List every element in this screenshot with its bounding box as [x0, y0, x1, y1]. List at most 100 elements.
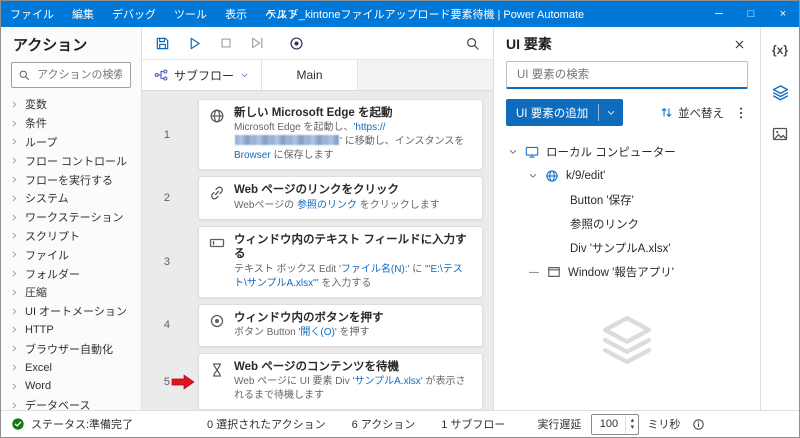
search-flow-icon[interactable] — [465, 36, 480, 51]
more-options-icon[interactable] — [734, 106, 748, 120]
titlebar: ファイル 編集 デバッグ ツール 表示 ヘルプ テスト_kintoneファイルアップロード… — [1, 1, 799, 27]
menu-item-5[interactable]: ヘルプ — [256, 1, 307, 27]
ui-elements-title: UI 要素 — [506, 36, 552, 52]
maximize-button[interactable]: □ — [735, 1, 767, 27]
collapse-dash-icon: — — [529, 266, 539, 278]
wait-icon — [209, 362, 225, 378]
search-icon — [18, 69, 30, 81]
add-ui-element-button[interactable]: UI 要素の追加 — [506, 99, 624, 126]
tree-node[interactable]: Button '保存' — [494, 188, 760, 212]
ui-elements-search[interactable] — [506, 61, 748, 89]
action-param-link: 'サンプルA.xlsx' — [352, 376, 423, 388]
actions-panel-title: アクション — [13, 37, 88, 54]
ui-elements-search-input[interactable] — [515, 67, 739, 82]
category-item[interactable]: フォルダー — [1, 264, 141, 283]
actions-search-input[interactable] — [35, 68, 124, 82]
action-description: ボタン Button '開く(O)' を押す — [234, 326, 472, 340]
action-card[interactable]: Web ページのリンクをクリック Webページの 参照のリンク をクリックします — [198, 176, 483, 220]
category-label: Excel — [25, 361, 52, 374]
category-item[interactable]: フロー コントロール — [1, 151, 141, 170]
run-delay-input[interactable]: 100 ▴ ▾ — [591, 413, 640, 435]
menu-item-0[interactable]: ファイル — [1, 1, 63, 27]
ui-elements-pane-button[interactable] — [767, 79, 793, 105]
images-pane-button[interactable] — [767, 121, 793, 147]
menu-item-3[interactable]: ツール — [165, 1, 216, 27]
action-param-link: Browser — [234, 150, 271, 162]
step-gutter — [170, 304, 198, 347]
spin-down-icon[interactable]: ▾ — [631, 424, 635, 431]
globe-icon — [545, 169, 559, 183]
category-item[interactable]: ワークステーション — [1, 208, 141, 227]
tree-node[interactable]: 参照のリンク — [494, 212, 760, 236]
category-item[interactable]: フローを実行する — [1, 170, 141, 189]
tab-main[interactable]: Main — [261, 60, 359, 90]
minimize-button[interactable]: ─ — [703, 1, 735, 27]
recorder-icon[interactable] — [289, 36, 304, 51]
category-item[interactable]: UI オートメーション — [1, 302, 141, 321]
action-card[interactable]: Web ページのコンテンツを待機 Web ページに UI 要素 Div 'サンプル… — [198, 352, 483, 410]
category-item[interactable]: 圧縮 — [1, 283, 141, 302]
category-item[interactable]: ブラウザー自動化 — [1, 339, 141, 358]
step-number: 1 — [163, 128, 170, 141]
category-label: フローを実行する — [25, 174, 113, 187]
chevron-right-icon — [10, 231, 19, 240]
subflow-dropdown[interactable]: サブフロー — [142, 60, 262, 90]
action-text: ウィンドウ内のテキスト フィールドに入力する テキスト ボックス Edit 'ファ… — [234, 233, 472, 291]
chevron-down-icon[interactable] — [599, 99, 623, 126]
input-icon — [209, 235, 225, 251]
status-ok-icon — [11, 417, 25, 431]
menu-item-2[interactable]: デバッグ — [103, 1, 165, 27]
category-item[interactable]: 変数 — [1, 95, 141, 114]
action-card[interactable]: ウィンドウ内のボタンを押す ボタン Button '開く(O)' を押す — [198, 303, 483, 347]
category-item[interactable]: 条件 — [1, 114, 141, 133]
action-desc-text: Webページの — [234, 199, 297, 211]
actions-search[interactable] — [11, 62, 131, 88]
link-icon — [209, 185, 225, 201]
save-icon[interactable] — [155, 36, 170, 51]
tree-node[interactable]: k/9/edit' — [494, 164, 760, 188]
stop-icon[interactable] — [219, 36, 233, 50]
flow-designer: サブフロー Main 1 新しい Microsoft Edge を起動 Micros… — [142, 27, 493, 410]
sort-label: 並べ替え — [678, 107, 724, 120]
subflows-count: 1 サブフロー — [441, 419, 506, 431]
category-label: HTTP — [25, 323, 54, 336]
category-label: データベース — [25, 400, 91, 410]
action-desc-text: Web ページに UI 要素 Div — [234, 376, 353, 388]
variables-pane-button[interactable]: {x} — [767, 37, 793, 63]
category-item[interactable]: HTTP — [1, 321, 141, 340]
close-panel-icon[interactable] — [727, 36, 752, 53]
close-button[interactable]: × — [767, 1, 799, 27]
category-item[interactable]: システム — [1, 189, 141, 208]
menu-item-1[interactable]: 編集 — [63, 1, 103, 27]
status-text: ステータス:準備完了 — [31, 419, 134, 431]
category-item[interactable]: データベース — [1, 396, 141, 410]
spin-up-icon[interactable]: ▴ — [631, 417, 635, 424]
run-next-action-icon[interactable] — [250, 36, 264, 50]
menu-item-4[interactable]: 表示 — [216, 1, 256, 27]
category-item[interactable]: Word — [1, 377, 141, 396]
tree-node[interactable]: — Window '報告アプリ' — [494, 260, 760, 284]
delay-unit: ミリ秒 — [647, 419, 681, 431]
action-category-list: 変数 条件 ループ フロー コントロールフローを実行するシステム ワークステーション スク… — [1, 95, 141, 410]
action-description: Web ページに UI 要素 Div 'サンプルA.xlsx' が表示されるまで… — [234, 375, 472, 403]
action-title: 新しい Microsoft Edge を起動 — [234, 107, 393, 119]
sort-button[interactable]: 並べ替え — [660, 105, 724, 121]
chevron-right-icon — [10, 137, 19, 146]
ui-elements-panel: UI 要素 UI 要素の追加 並べ替え ローカル コンピューター k/9/edit… — [493, 27, 760, 410]
category-item[interactable]: ループ — [1, 133, 141, 152]
chevron-right-icon — [10, 156, 19, 165]
category-item[interactable]: ファイル — [1, 245, 141, 264]
action-card[interactable]: 新しい Microsoft Edge を起動 Microsoft Edge を起動… — [198, 99, 483, 171]
tree-node[interactable]: Div 'サンプルA.xlsx' — [494, 236, 760, 260]
action-desc-text: に移動し、インスタンスを — [341, 136, 465, 148]
category-label: 圧縮 — [25, 287, 47, 300]
category-item[interactable]: Excel — [1, 358, 141, 377]
action-card[interactable]: ウィンドウ内のテキスト フィールドに入力する テキスト ボックス Edit 'ファ… — [198, 225, 483, 298]
chevron-down-icon — [240, 71, 249, 80]
action-desc-text: に保存します — [270, 150, 334, 162]
category-item[interactable]: スクリプト — [1, 227, 141, 246]
tree-node[interactable]: ローカル コンピューター — [494, 140, 760, 164]
info-icon[interactable] — [692, 418, 705, 431]
chevron-right-icon — [10, 100, 19, 109]
run-icon[interactable] — [187, 36, 202, 51]
